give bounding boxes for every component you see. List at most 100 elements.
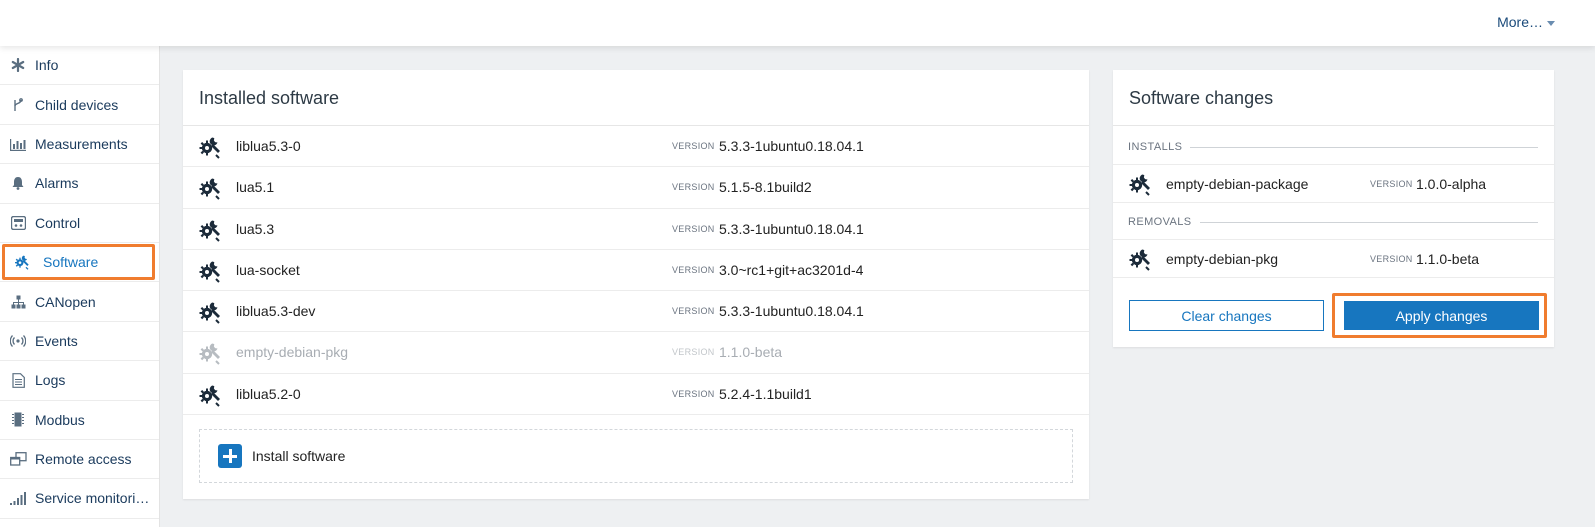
software-name: liblua5.3-dev — [236, 303, 316, 320]
divider — [1190, 146, 1538, 148]
sidebar-item-label: Service monitori… — [35, 490, 150, 507]
divider — [1199, 221, 1538, 223]
software-name: lua5.3 — [236, 220, 275, 237]
version-label: VERSION — [1370, 179, 1413, 189]
removal-change-row: empty-debian-pkg VERSION 1.1.0-beta — [1113, 239, 1554, 278]
software-icon — [1128, 172, 1152, 196]
install-software-label: Install software — [252, 448, 346, 464]
apply-changes-button[interactable]: Apply changes — [1344, 301, 1539, 330]
remote-windows-icon — [9, 450, 27, 468]
sidebar-item-alarms[interactable]: Alarms — [0, 164, 159, 204]
sidebar-item-software[interactable]: Software — [0, 243, 159, 283]
software-version: 5.3.3-1ubuntu0.18.04.1 — [719, 220, 864, 237]
software-row: lua-socket VERSION 3.0~rc1+git+ac3201d-4 — [183, 250, 1089, 292]
software-row-pending-removal: empty-debian-pkg VERSION 1.1.0-beta — [183, 332, 1089, 374]
installed-software-card: Installed software liblua5.3-0 VERSION 5… — [183, 70, 1089, 499]
install-software-button[interactable]: Install software — [199, 429, 1073, 483]
sidebar-item-canopen[interactable]: CANopen — [0, 282, 159, 322]
software-icon — [1128, 247, 1152, 271]
sidebar-item-label: Control — [35, 214, 81, 231]
plus-icon — [218, 444, 242, 468]
apply-changes-highlight: Apply changes — [1332, 293, 1547, 338]
software-wrench-icon — [13, 253, 31, 271]
top-bar: More… — [0, 0, 1595, 46]
software-version: 5.2.4-1.1build1 — [719, 385, 812, 402]
install-change-row: empty-debian-package VERSION 1.0.0-alpha — [1113, 164, 1554, 203]
sidebar-item-label: Software — [43, 254, 99, 271]
chevron-down-icon — [1547, 20, 1555, 26]
sidebar-item-child-devices[interactable]: Child devices — [0, 85, 159, 125]
software-icon — [198, 300, 222, 324]
version-label: VERSION — [672, 347, 715, 358]
software-row: lua5.3 VERSION 5.3.3-1ubuntu0.18.04.1 — [183, 209, 1089, 250]
bell-icon — [9, 174, 27, 192]
software-icon — [198, 176, 222, 200]
broadcast-icon — [9, 332, 27, 350]
software-version: 1.1.0-beta — [719, 344, 783, 361]
version-label: VERSION — [672, 388, 715, 399]
chip-icon — [9, 411, 27, 429]
sidebar-item-label: Events — [35, 332, 78, 349]
sidebar-item-info[interactable]: Info — [0, 46, 159, 86]
software-icon — [198, 135, 222, 159]
sidebar-item-control[interactable]: Control — [0, 204, 159, 243]
software-icon — [198, 383, 222, 407]
software-row: liblua5.3-0 VERSION 5.3.3-1ubuntu0.18.04… — [183, 126, 1089, 168]
software-changes-card: Software changes INSTALLS empty-debian-p… — [1113, 70, 1554, 347]
sidebar-item-label: Child devices — [35, 96, 119, 113]
sidebar-item-label: Alarms — [35, 175, 79, 192]
software-name: liblua5.2-0 — [236, 385, 301, 402]
asterisk-icon — [9, 56, 27, 74]
version-label: VERSION — [672, 306, 715, 317]
software-changes-title: Software changes — [1113, 70, 1554, 126]
sidebar-item-label: Measurements — [35, 135, 128, 152]
installs-label: INSTALLS — [1128, 141, 1183, 153]
software-version: 5.3.3-1ubuntu0.18.04.1 — [719, 138, 864, 154]
software-icon — [198, 341, 222, 365]
document-icon — [9, 371, 27, 389]
signal-bars-icon — [9, 489, 27, 507]
software-row: lua5.1 VERSION 5.1.5-8.1build2 — [183, 167, 1089, 209]
installed-software-title: Installed software — [183, 70, 1089, 126]
clear-changes-button[interactable]: Clear changes — [1129, 300, 1324, 331]
version-label: VERSION — [1370, 254, 1413, 264]
software-name: lua5.1 — [236, 179, 275, 196]
software-icon — [198, 218, 222, 242]
sidebar-item-label: CANopen — [35, 293, 96, 310]
software-name: liblua5.3-0 — [236, 138, 301, 154]
installs-section-header: INSTALLS — [1113, 136, 1554, 158]
software-name: empty-debian-package — [1166, 176, 1309, 192]
sidebar-item-logs[interactable]: Logs — [0, 361, 159, 401]
software-name: empty-debian-pkg — [1166, 251, 1279, 267]
removals-section-header: REMOVALS — [1113, 211, 1554, 233]
sidebar-item-label: Logs — [35, 372, 66, 389]
sidebar-item-service-monitoring[interactable]: Service monitori… — [0, 479, 159, 519]
software-icon — [198, 259, 222, 283]
software-name: lua-socket — [236, 261, 300, 278]
software-version: 3.0~rc1+git+ac3201d-4 — [719, 261, 864, 278]
version-label: VERSION — [672, 223, 715, 234]
sidebar-item-events[interactable]: Events — [0, 322, 159, 362]
network-tree-icon — [9, 293, 27, 311]
version-label: VERSION — [672, 141, 715, 151]
removals-label: REMOVALS — [1128, 216, 1192, 228]
control-panel-icon — [9, 214, 27, 232]
software-version: 5.1.5-8.1build2 — [719, 179, 812, 196]
sidebar-item-label: Modbus — [35, 411, 85, 428]
version-label: VERSION — [672, 264, 715, 275]
sidebar-item-remote-access[interactable]: Remote access — [0, 440, 159, 480]
software-version: 1.1.0-beta — [1416, 251, 1480, 267]
software-name: empty-debian-pkg — [236, 344, 349, 361]
more-menu[interactable]: More… — [1497, 14, 1555, 30]
sidebar-item-modbus[interactable]: Modbus — [0, 401, 159, 440]
bar-chart-icon — [9, 135, 27, 153]
more-label: More… — [1497, 14, 1543, 30]
software-version: 5.3.3-1ubuntu0.18.04.1 — [719, 303, 864, 320]
software-version: 1.0.0-alpha — [1416, 176, 1487, 192]
software-row: liblua5.3-dev VERSION 5.3.3-1ubuntu0.18.… — [183, 291, 1089, 333]
sidebar-item-label: Remote access — [35, 451, 132, 468]
sidebar: Info Child devices Measurements Alarms C… — [0, 46, 160, 527]
version-label: VERSION — [672, 182, 715, 193]
branch-icon — [9, 96, 27, 114]
sidebar-item-measurements[interactable]: Measurements — [0, 125, 159, 165]
